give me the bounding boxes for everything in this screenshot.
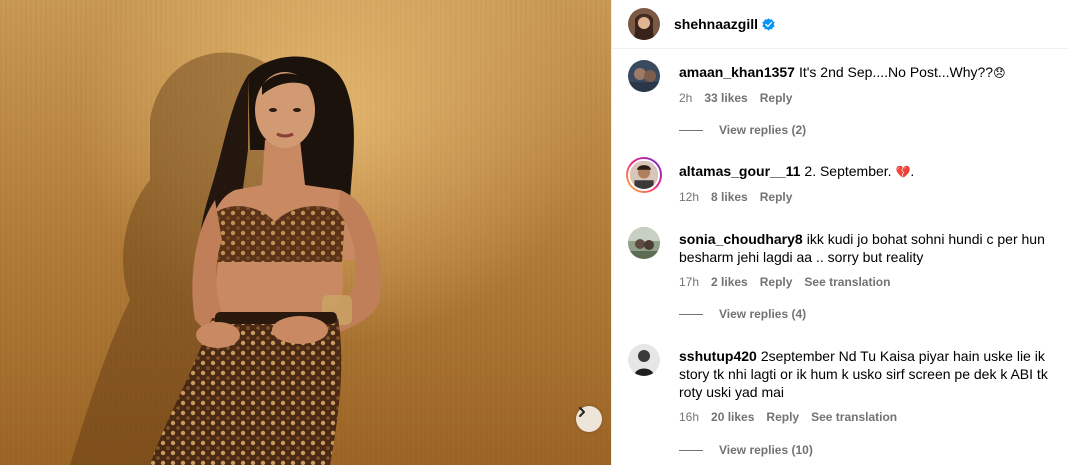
comment-suffix: . [910, 163, 915, 179]
comment-time[interactable]: 17h [679, 275, 699, 289]
comment-likes[interactable]: 33 likes [704, 91, 747, 105]
verified-badge-icon [762, 17, 775, 31]
see-translation-button[interactable]: See translation [811, 410, 897, 424]
author-avatar[interactable] [628, 8, 660, 40]
comment-time[interactable]: 2h [679, 91, 692, 105]
reply-button[interactable]: Reply [760, 91, 793, 105]
view-replies-button[interactable]: View replies (2) [679, 123, 806, 137]
comment-username[interactable]: altamas_gour__11 [679, 163, 800, 179]
comment-likes[interactable]: 8 likes [711, 190, 748, 204]
comment-username[interactable]: sshutup420 [679, 348, 757, 364]
view-replies-button[interactable]: View replies (10) [679, 443, 813, 457]
comment-item: amaan_khan1357 It's 2nd Sep....No Post...… [628, 60, 1053, 105]
commenter-avatar[interactable] [628, 227, 660, 259]
view-replies-button[interactable]: View replies (4) [679, 307, 806, 321]
comment-item: sshutup420 2september Nd Tu Kaisa piyar h… [628, 344, 1053, 424]
reply-button[interactable]: Reply [766, 410, 799, 424]
view-replies-label: View replies (2) [719, 123, 807, 137]
comment-likes[interactable]: 2 likes [711, 275, 748, 289]
comment-username[interactable]: amaan_khan1357 [679, 64, 795, 80]
view-replies-label: View replies (4) [719, 307, 807, 321]
comment-time[interactable]: 12h [679, 190, 699, 204]
broken-heart-emoji: 💔 [895, 165, 911, 179]
commenter-avatar[interactable] [628, 60, 660, 92]
comment-username[interactable]: sonia_choudhary8 [679, 231, 803, 247]
post-photo[interactable] [0, 0, 611, 465]
reply-button[interactable]: Reply [760, 275, 793, 289]
comments-panel: shehnaazgill amaan_khan1357 It's 2nd Sep.… [611, 0, 1068, 465]
view-replies-label: View replies (10) [719, 443, 813, 457]
sad-face-emoji: 😞 [993, 66, 1006, 80]
comment-item: altamas_gour__11 2. September. 💔. 12h 8 l… [626, 157, 1053, 204]
commenter-avatar[interactable] [628, 344, 660, 376]
replies-divider [679, 313, 703, 315]
replies-divider [679, 449, 703, 451]
see-translation-button[interactable]: See translation [804, 275, 890, 289]
replies-divider [679, 129, 703, 131]
comment-text: It's 2nd Sep....No Post...Why?? [798, 64, 994, 80]
reply-button[interactable]: Reply [760, 190, 793, 204]
comment-item: sonia_choudhary8 ikk kudi jo bohat sohni … [628, 227, 1053, 289]
comment-text: 2. September. [804, 163, 892, 179]
next-photo-button[interactable] [576, 406, 602, 432]
author-username[interactable]: shehnaazgill [674, 16, 758, 32]
commenter-avatar[interactable] [626, 157, 662, 193]
post-photo-illustration [70, 52, 381, 465]
post-header: shehnaazgill [612, 0, 1068, 49]
chevron-right-icon [579, 407, 585, 417]
comment-likes[interactable]: 20 likes [711, 410, 754, 424]
comment-time[interactable]: 16h [679, 410, 699, 424]
